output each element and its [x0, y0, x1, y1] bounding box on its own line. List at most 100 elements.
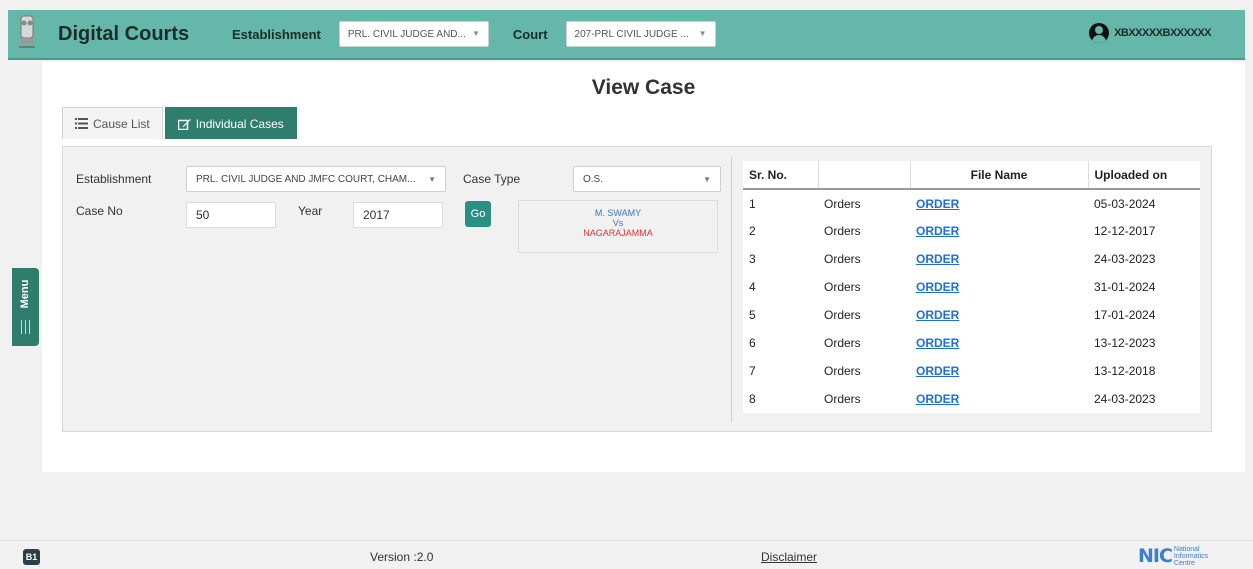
- date-cell: 13-12-2018: [1094, 364, 1156, 378]
- order-link[interactable]: ORDER: [916, 392, 959, 406]
- case-type-value: O.S.: [583, 173, 604, 185]
- list-icon: [75, 118, 88, 129]
- order-link[interactable]: ORDER: [916, 336, 959, 350]
- type-cell: Orders: [824, 224, 861, 238]
- order-link[interactable]: ORDER: [916, 308, 959, 322]
- order-link[interactable]: ORDER: [916, 364, 959, 378]
- establishment-label: Establishment: [232, 26, 321, 42]
- footer-badge[interactable]: B1: [23, 549, 40, 565]
- sr-no-cell: 6: [749, 336, 756, 350]
- nic-text-line: National: [1173, 545, 1200, 553]
- side-menu-toggle[interactable]: Menu: [12, 268, 39, 346]
- sr-no-cell: 1: [749, 196, 756, 211]
- tab-cause-list[interactable]: Cause List: [62, 107, 163, 139]
- date-cell: 31-01-2024: [1094, 280, 1156, 294]
- case-type-label: Case Type: [463, 172, 521, 186]
- nic-logo: NIC National Informatics Centre: [1138, 545, 1208, 567]
- page-title: View Case: [591, 76, 696, 99]
- app-brand[interactable]: Digital Courts: [58, 23, 208, 46]
- type-cell: Orders: [824, 252, 861, 266]
- type-cell: Orders: [824, 196, 861, 211]
- type-cell: Orders: [824, 280, 861, 294]
- case-no-input[interactable]: 50: [186, 202, 276, 228]
- chevron-down-icon: ▼: [698, 29, 707, 38]
- type-cell: Orders: [824, 364, 861, 378]
- year-input[interactable]: 2017: [353, 202, 443, 228]
- tab-cause-list-label: Cause List: [93, 116, 150, 131]
- sr-no-cell: 5: [749, 308, 756, 322]
- tab-individual-cases-label: Individual Cases: [195, 116, 284, 131]
- user-icon: [1089, 23, 1110, 43]
- table-row: 3 Orders ORDER 24-03-2023: [743, 245, 1200, 273]
- date-cell: 24-03-2023: [1094, 392, 1156, 406]
- table-row: 2 Orders ORDER 12-12-2017: [743, 217, 1200, 245]
- nic-text-line: Informatics: [1173, 552, 1209, 560]
- orders-table: Sr. No. File Name Uploaded on 1 Orders O…: [743, 161, 1200, 413]
- case-no-label: Case No: [76, 204, 123, 218]
- court-select-value: 207-PRL CIVIL JUDGE ...: [574, 28, 689, 40]
- date-cell: 17-01-2024: [1094, 308, 1156, 322]
- col-uploaded-on: Uploaded on: [1087, 161, 1200, 190]
- sr-no-cell: 2: [749, 224, 756, 238]
- user-name: XBXXXXXBXXXXXX: [1114, 27, 1211, 39]
- sr-no-cell: 7: [749, 364, 756, 378]
- tab-individual-cases[interactable]: Individual Cases: [164, 107, 297, 139]
- table-row: 7 Orders ORDER 13-12-2018: [743, 357, 1200, 385]
- version-text: Version :2.0: [370, 550, 434, 564]
- case-type-select[interactable]: O.S. ▼: [573, 166, 721, 192]
- edit-icon: [177, 118, 191, 130]
- file-cell: ORDER: [910, 385, 1088, 413]
- tab-bar: Cause List Individual Cases: [62, 107, 297, 139]
- form-establishment-select[interactable]: PRL. CIVIL JUDGE AND JMFC COURT, CHAM...…: [186, 166, 446, 192]
- file-cell: ORDER: [910, 217, 1088, 245]
- type-cell: Orders: [824, 392, 861, 406]
- col-type: [817, 161, 910, 190]
- nic-logo-text: National Informatics Centre: [1174, 546, 1208, 567]
- case-parties-box: M. SWAMY Vs NAGARAJAMMA: [518, 200, 718, 253]
- court-select[interactable]: 207-PRL CIVIL JUDGE ... ▼: [565, 21, 716, 47]
- disclaimer-link[interactable]: Disclaimer: [761, 550, 817, 564]
- order-link[interactable]: ORDER: [916, 252, 959, 266]
- chevron-down-icon: ▼: [428, 175, 436, 184]
- order-link[interactable]: ORDER: [916, 280, 959, 294]
- type-cell: Orders: [824, 336, 861, 350]
- case-no-value: 50: [196, 208, 210, 222]
- table-row: 8 Orders ORDER 24-03-2023: [743, 385, 1200, 413]
- state-emblem-icon: [14, 11, 40, 57]
- petitioner-name: M. SWAMY: [594, 208, 642, 218]
- top-header: Digital Courts Establishment PRL. CIVIL …: [8, 10, 1245, 60]
- panel-divider: [731, 157, 732, 422]
- nic-text-line: Centre: [1173, 559, 1195, 567]
- date-cell: 24-03-2023: [1094, 252, 1156, 266]
- table-row: 6 Orders ORDER 13-12-2023: [743, 329, 1200, 357]
- form-establishment-value: PRL. CIVIL JUDGE AND JMFC COURT, CHAM...: [196, 173, 416, 185]
- file-cell: ORDER: [910, 357, 1088, 385]
- respondent-name: NAGARAJAMMA: [583, 228, 653, 238]
- order-link[interactable]: ORDER: [916, 197, 959, 211]
- sr-no-cell: 3: [749, 252, 756, 266]
- col-sr-no: Sr. No.: [743, 161, 818, 190]
- sr-no-cell: 8: [749, 392, 756, 406]
- file-cell: ORDER: [910, 273, 1088, 301]
- versus-text: Vs: [612, 218, 624, 228]
- date-cell: 12-12-2017: [1094, 224, 1156, 238]
- table-row: 1 Orders ORDER 05-03-2024: [743, 189, 1200, 217]
- file-cell: ORDER: [910, 301, 1088, 329]
- table-row: 4 Orders ORDER 31-01-2024: [743, 273, 1200, 301]
- type-cell: Orders: [824, 308, 861, 322]
- year-label: Year: [298, 204, 323, 218]
- grip-icon: [21, 320, 30, 334]
- establishment-select[interactable]: PRL. CIVIL JUDGE AND... ▼: [338, 21, 489, 47]
- court-label: Court: [512, 26, 548, 42]
- chevron-down-icon: ▼: [703, 175, 711, 184]
- date-cell: 05-03-2024: [1094, 196, 1156, 211]
- establishment-select-value: PRL. CIVIL JUDGE AND...: [347, 28, 466, 40]
- order-link[interactable]: ORDER: [916, 224, 959, 238]
- nic-logo-mark: NIC: [1138, 545, 1173, 567]
- go-button[interactable]: Go: [465, 201, 491, 227]
- file-cell: ORDER: [910, 245, 1088, 273]
- main-content: View Case Cause List Individual Cases Es…: [42, 62, 1245, 472]
- user-menu[interactable]: XBXXXXXBXXXXXX: [1089, 23, 1211, 43]
- date-cell: 13-12-2023: [1094, 336, 1156, 350]
- side-menu-label: Menu: [19, 279, 31, 309]
